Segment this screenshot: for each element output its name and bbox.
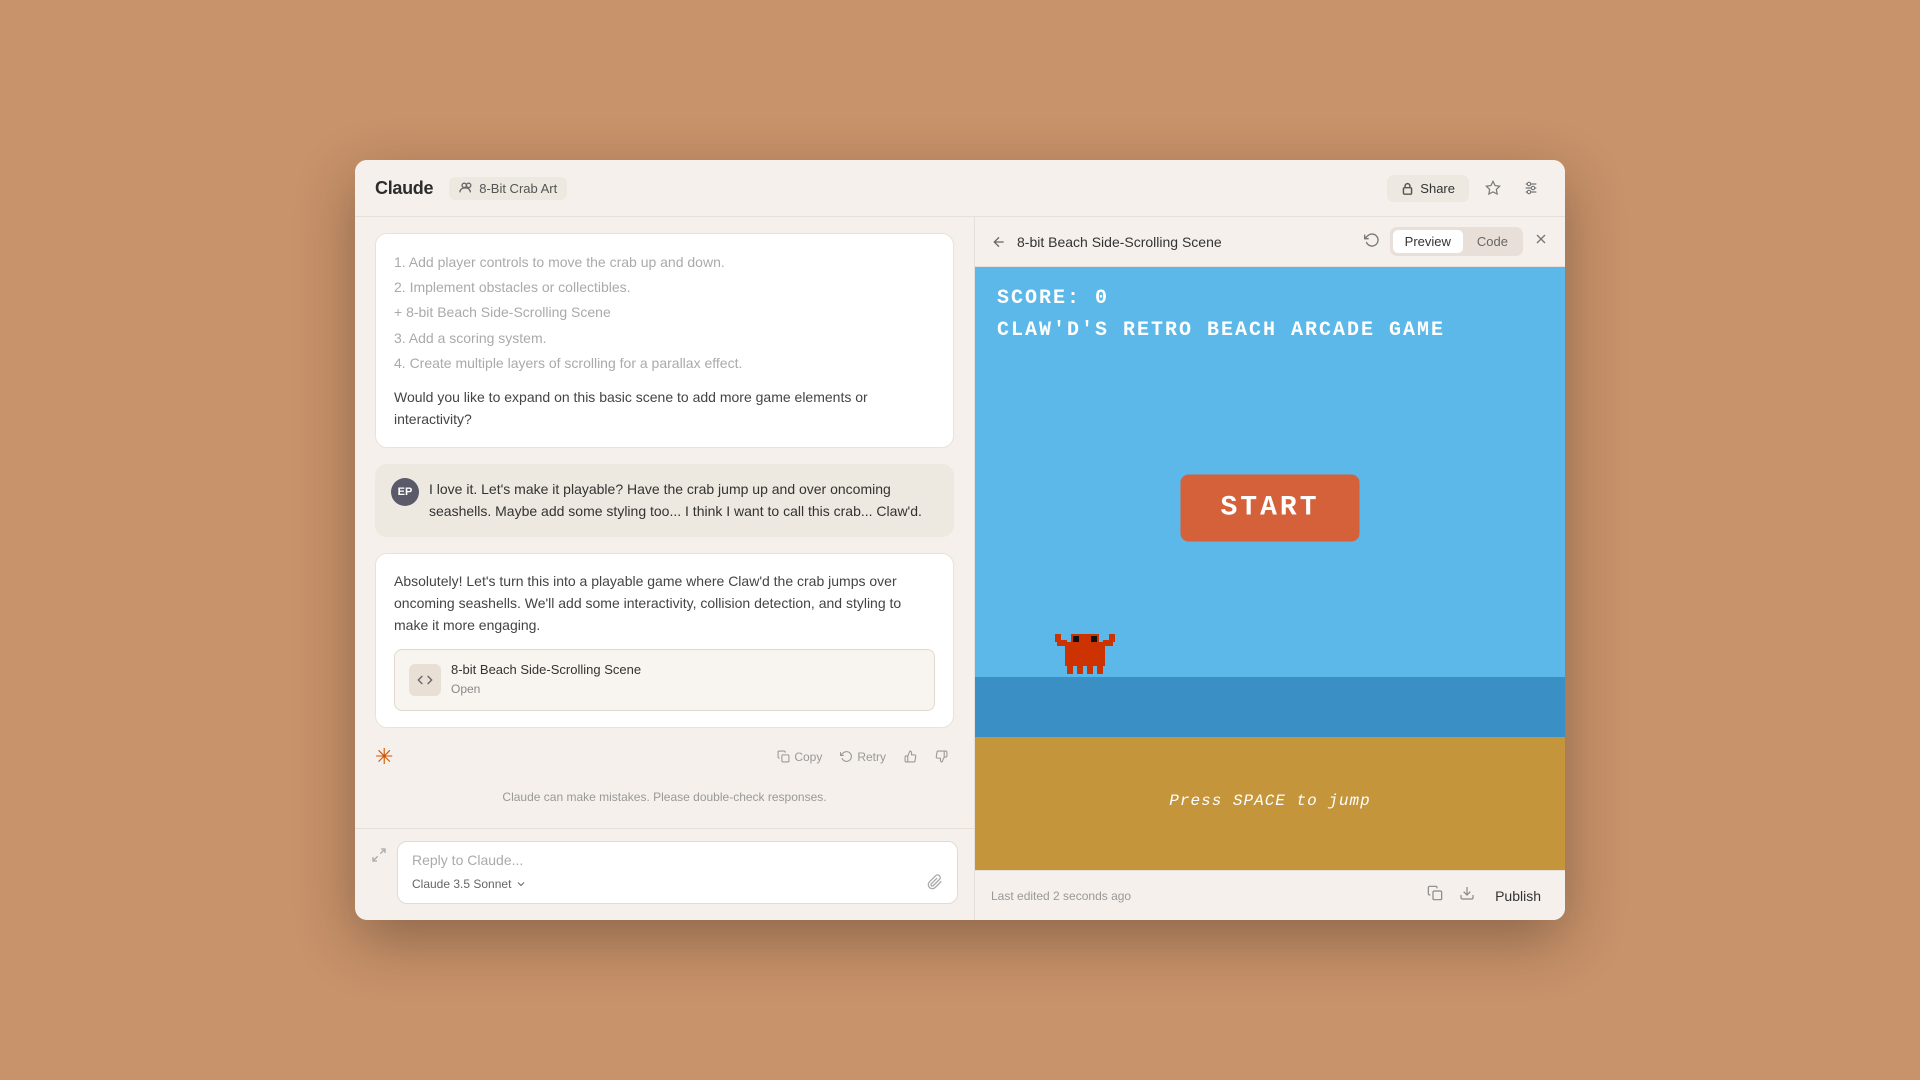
chat-input-relative: Reply to Claude... Claude 3.5 Sonnet <box>397 841 958 904</box>
claude-spinner: ✳ <box>375 744 393 770</box>
download-icon <box>1459 885 1475 901</box>
close-button[interactable] <box>1533 231 1549 252</box>
list-item: + 8-bit Beach Side-Scrolling Scene <box>394 300 935 325</box>
game-title: CLAW'D'S RETRO BEACH ARCADE GAME <box>997 319 1445 342</box>
expand-icon-area <box>371 847 387 863</box>
preview-header: 8-bit Beach Side-Scrolling Scene Preview… <box>975 217 1565 267</box>
input-placeholder: Reply to Claude... <box>412 852 943 868</box>
logo: Claude <box>375 178 433 199</box>
share-button[interactable]: Share <box>1387 175 1469 202</box>
lock-icon <box>1401 182 1414 195</box>
retry-icon <box>840 750 853 763</box>
retry-label: Retry <box>857 750 886 764</box>
chat-input-wrapper[interactable]: Reply to Claude... Claude 3.5 Sonnet <box>397 841 958 904</box>
retry-button[interactable]: Retry <box>834 746 892 768</box>
copy-label: Copy <box>794 750 822 764</box>
header-left: Claude 8-Bit Crab Art <box>375 177 567 200</box>
chevron-down-icon <box>515 878 527 890</box>
refresh-icon <box>1364 232 1380 248</box>
download-button[interactable] <box>1455 881 1479 910</box>
footer-actions: Publish <box>1423 881 1549 910</box>
paperclip-icon <box>927 874 943 890</box>
settings-button[interactable] <box>1517 174 1545 202</box>
assistant-body-text: Would you like to expand on this basic s… <box>394 386 935 431</box>
star-button[interactable] <box>1479 174 1507 202</box>
thumbs-down-button[interactable] <box>929 746 954 767</box>
arrow-left-icon <box>991 234 1007 250</box>
game-score: SCORE: 0 <box>997 287 1109 310</box>
expand-icon <box>371 847 387 863</box>
last-edited: Last edited 2 seconds ago <box>991 889 1131 903</box>
star-icon <box>1485 180 1501 196</box>
preview-header-right: Preview Code <box>1364 227 1549 256</box>
code-icon <box>417 672 433 688</box>
assistant-message-1: 1. Add player controls to move the crab … <box>375 233 954 448</box>
refresh-button[interactable] <box>1364 232 1380 251</box>
preview-content: SCORE: 0 CLAW'D'S RETRO BEACH ARCADE GAM… <box>975 267 1565 870</box>
project-name: 8-Bit Crab Art <box>479 181 557 196</box>
press-space-text: Press SPACE to jump <box>1169 792 1370 810</box>
actions-row: ✳ Copy Retry <box>375 744 954 770</box>
assistant-text-2: Absolutely! Let's turn this into a playa… <box>394 570 935 637</box>
model-label: Claude 3.5 Sonnet <box>412 877 511 891</box>
preview-panel: 8-bit Beach Side-Scrolling Scene Preview… <box>975 217 1565 920</box>
chat-input-footer: Claude 3.5 Sonnet <box>412 874 943 893</box>
crab-svg <box>1055 622 1115 677</box>
thumbs-up-button[interactable] <box>898 746 923 767</box>
attachment-button[interactable] <box>927 874 943 893</box>
preview-tabs: Preview Code <box>1390 227 1523 256</box>
chat-input-row: Reply to Claude... Claude 3.5 Sonnet <box>371 841 958 904</box>
list-item: 4. Create multiple layers of scrolling f… <box>394 351 935 376</box>
chat-panel: 1. Add player controls to move the crab … <box>355 217 975 920</box>
model-selector[interactable]: Claude 3.5 Sonnet <box>412 877 527 891</box>
main-window: Claude 8-Bit Crab Art Share <box>355 160 1565 920</box>
artifact-icon <box>409 664 441 696</box>
artifact-card[interactable]: 8-bit Beach Side-Scrolling Scene Open <box>394 649 935 711</box>
users-icon <box>459 181 473 195</box>
assistant-message-2: Absolutely! Let's turn this into a playa… <box>375 553 954 728</box>
chat-messages: 1. Add player controls to move the crab … <box>355 217 974 828</box>
artifact-info: 8-bit Beach Side-Scrolling Scene Open <box>451 660 641 700</box>
tab-code[interactable]: Code <box>1465 230 1520 253</box>
artifact-title: 8-bit Beach Side-Scrolling Scene <box>451 660 641 681</box>
tab-preview[interactable]: Preview <box>1393 230 1463 253</box>
user-avatar: EP <box>391 478 419 506</box>
back-button[interactable] <box>991 234 1007 250</box>
chat-input-area: Reply to Claude... Claude 3.5 Sonnet <box>355 828 974 920</box>
list-item: 1. Add player controls to move the crab … <box>394 250 935 275</box>
copy-artifact-button[interactable] <box>1423 881 1447 910</box>
artifact-open: Open <box>451 680 641 699</box>
header-right: Share <box>1387 174 1545 202</box>
list-item: 3. Add a scoring system. <box>394 326 935 351</box>
list-item: 2. Implement obstacles or collectibles. <box>394 275 935 300</box>
preview-footer: Last edited 2 seconds ago Publish <box>975 870 1565 920</box>
body: 1. Add player controls to move the crab … <box>355 217 1565 920</box>
user-message: EP I love it. Let's make it playable? Ha… <box>375 464 954 537</box>
disclaimer: Claude can make mistakes. Please double-… <box>375 790 954 804</box>
preview-title: 8-bit Beach Side-Scrolling Scene <box>1017 234 1222 250</box>
message-actions: Copy Retry <box>771 746 954 768</box>
thumbs-up-icon <box>904 750 917 763</box>
publish-button[interactable]: Publish <box>1487 884 1549 908</box>
sliders-icon <box>1523 180 1539 196</box>
project-badge: 8-Bit Crab Art <box>449 177 567 200</box>
thumbs-down-icon <box>935 750 948 763</box>
header: Claude 8-Bit Crab Art Share <box>355 160 1565 217</box>
copy-icon <box>777 750 790 763</box>
preview-header-left: 8-bit Beach Side-Scrolling Scene <box>991 234 1222 250</box>
user-message-text: I love it. Let's make it playable? Have … <box>429 478 938 523</box>
message-list: 1. Add player controls to move the crab … <box>394 250 935 376</box>
game-canvas: SCORE: 0 CLAW'D'S RETRO BEACH ARCADE GAM… <box>975 267 1565 870</box>
close-icon <box>1533 231 1549 247</box>
copy-button[interactable]: Copy <box>771 746 828 768</box>
crab-sprite <box>1055 622 1115 677</box>
copy-artifact-icon <box>1427 885 1443 901</box>
start-game-button[interactable]: START <box>1180 475 1359 542</box>
